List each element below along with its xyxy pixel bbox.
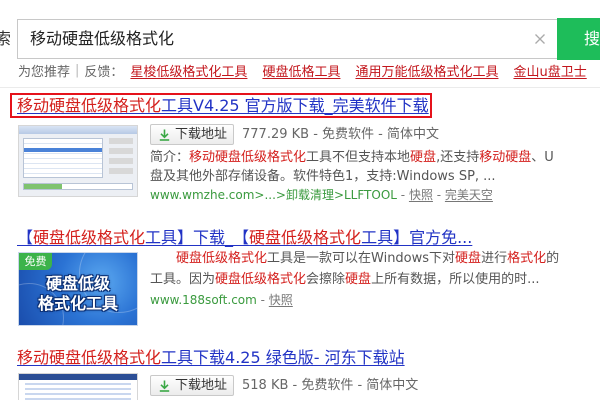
result-title: 移动硬盘低级格式化工具下载4.25 绿色版- 河东下载站 [17,347,592,368]
text-segment: 工具。因为 [150,272,216,287]
download-button-label: 下载地址 [175,127,228,142]
search-button-label: 搜 [584,29,600,48]
text-segment: 盘及其他外部存储设备。软件特色1，支持:Windows SP, ... [150,169,496,184]
text-segment: 会擦除 [306,272,346,287]
search-result: 移动硬盘低级格式化工具下载4.25 绿色版- 河东下载站 下载地址 518 KB… [0,347,600,400]
text-segment: 工具是一款可以在Windows下对 [267,251,456,266]
recommend-label: 为您推荐 [18,64,71,80]
keyword-highlight: 硬盘 [345,272,372,287]
description-line: 盘及其他外部存储设备。软件特色1，支持:Windows SP, ... [150,167,596,186]
text-segment: 工具】官方免... [361,228,473,247]
text-segment: 工具V4.25 官方版下载_完美软件下载 [161,96,429,115]
search-button[interactable]: 搜 [557,18,600,60]
text-segment: 【 [17,228,34,247]
recommend-divider: | [75,62,80,78]
close-icon[interactable] [534,33,546,45]
recommend-link[interactable]: 硬盘低格工具 [262,61,340,80]
keyword-highlight: 移动硬盘低级格式化 [189,150,307,165]
search-result: 【硬盘低级格式化工具】下载_【硬盘低级格式化工具】官方免... 免费 硬盘低级 … [0,227,600,327]
search-label-fragment: 索 [0,29,11,48]
thumbnail-window-rows [25,383,131,400]
recommend-link[interactable]: 金山u盘卫士 [513,61,586,80]
result-title-link[interactable]: 移动硬盘低级格式化工具下载4.25 绿色版- 河东下载站 [17,347,592,368]
source-site-link[interactable]: 完美天空 [445,188,493,202]
description-line: 硬盘低级格式化工具是一款可以在Windows下对硬盘进行格式化的 [150,248,596,269]
keyword-highlight: 硬盘低级格式化 [33,228,146,247]
download-icon [159,129,170,141]
keyword-highlight: 格式化 [507,251,547,266]
header-divider [0,87,600,88]
result-title-outline: 移动硬盘低级格式化工具V4.25 官方版下载_完美软件下载 [10,93,432,118]
thumbnail-window-list [23,138,103,178]
result-description: 硬盘低级格式化工具是一款可以在Windows下对硬盘进行格式化的 工具。因为硬盘… [150,248,596,290]
result-title: 【硬盘低级格式化工具】下载_【硬盘低级格式化工具】官方免... [17,227,592,248]
download-button[interactable]: 下载地址 [150,375,234,396]
thumbnail-caption: 格式化工具 [37,294,118,313]
download-button[interactable]: 下载地址 [150,124,234,145]
result-url[interactable]: www.wmzhe.com>...>卸载清理>LLFTOOL [150,188,397,202]
thumbnail-window-selection [24,148,102,152]
text-segment: 简介： [150,150,190,165]
search-input[interactable]: 移动硬盘低级格式化 [17,19,558,59]
description-line: 工具。因为硬盘低级格式化会擦除硬盘上所有数据，所以使用的时... [150,269,596,290]
recommend-link[interactable]: 通用万能低级格式化工具 [355,61,498,80]
thumbnail-window-titlebar [19,126,137,134]
text-segment: 进行 [481,251,508,266]
snapshot-link[interactable]: 快照 [269,293,293,307]
keyword-highlight: 硬盘低级格式化 [249,228,362,247]
result-url[interactable]: www.188soft.com [150,293,257,307]
result-thumbnail[interactable]: 免费 硬盘低级 格式化工具 [18,252,138,326]
snapshot-link[interactable]: 快照 [409,188,433,202]
text-segment: 工具下载4.25 绿色版- 河东下载站 [161,348,405,367]
keyword-highlight: 硬盘 [410,150,437,165]
result-meta: 777.29 KB - 免费软件 - 简体中文 [242,127,439,142]
result-description: 简介：移动硬盘低级格式化工具不但支持本地硬盘,还支持移动硬盘、U 盘及其他外部存… [150,148,596,186]
text-segment: ,还支持 [436,150,480,165]
recommend-link[interactable]: 星梭低级格式化工具 [130,61,247,80]
text-segment: 工具】下载_【 [145,228,250,247]
download-button-label: 下载地址 [175,378,228,393]
result-thumbnail[interactable] [18,125,138,197]
text-segment: 、U [531,150,554,165]
keyword-highlight: 硬盘 [455,251,482,266]
keyword-highlight: 移动硬盘低级格式化 [17,96,162,115]
result-title-link[interactable]: 移动硬盘低级格式化工具V4.25 官方版下载_完美软件下载 [17,95,430,116]
search-result: 移动硬盘低级格式化工具V4.25 官方版下载_完美软件下载 下载地址 777.2… [0,93,600,205]
separator: - [256,293,269,307]
free-badge: 免费 [19,253,52,270]
recommend-bar: 为您推荐 | 反馈： 星梭低级格式化工具 硬盘低格工具 通用万能低级格式化工具 … [18,61,598,80]
result-url-line: www.wmzhe.com>...>卸载清理>LLFTOOL - 快照 - 完美… [150,186,596,205]
result-meta: 518 KB - 免费软件 - 简体中文 [242,378,419,393]
text-segment: 工具不但支持本地 [306,150,411,165]
text-segment: 的 [546,251,560,266]
separator: - [432,188,445,202]
thumbnail-window-progress [23,183,133,190]
keyword-highlight: 硬盘低级格式化 [176,251,268,266]
separator: - [396,188,409,202]
result-url-line: www.188soft.com - 快照 [150,290,596,311]
keyword-highlight: 移动硬盘 [479,150,532,165]
download-icon [159,380,170,392]
feedback-link[interactable]: 反馈： [84,61,123,80]
result-thumbnail[interactable] [18,373,138,400]
text-segment: 上所有数据，所以使用的时... [371,272,540,287]
thumbnail-caption: 硬盘低级 [45,274,110,293]
search-label-fragment-wrap: 索 [0,28,11,50]
description-line: 简介：移动硬盘低级格式化工具不但支持本地硬盘,还支持移动硬盘、U [150,148,596,167]
keyword-highlight: 硬盘低级格式化 [215,272,307,287]
thumbnail-window-header [19,374,137,380]
keyword-highlight: 移动硬盘低级格式化 [17,348,162,367]
result-title-link[interactable]: 【硬盘低级格式化工具】下载_【硬盘低级格式化工具】官方免... [17,227,592,248]
thumbnail-window-buttons [109,138,133,178]
search-query-text: 移动硬盘低级格式化 [30,29,175,48]
